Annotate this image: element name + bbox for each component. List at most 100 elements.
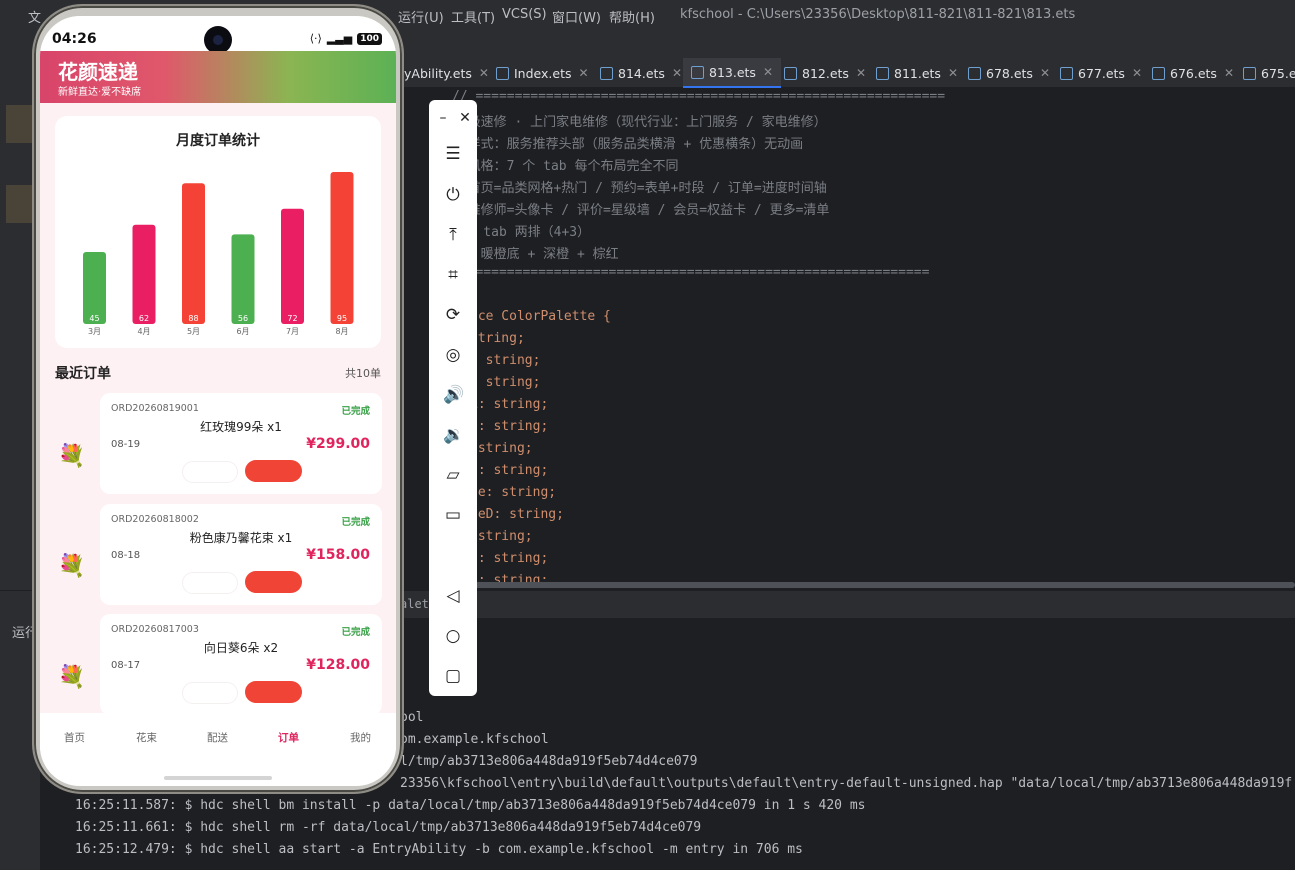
home-icon[interactable]: ○ [443, 626, 463, 646]
order-secondary-button[interactable] [182, 682, 238, 704]
x-tick-label: 3月 [88, 327, 101, 336]
console-line: 23356\kfschool\entry\build\default\outpu… [400, 776, 1293, 791]
editor-gutter [400, 88, 430, 590]
order-date: 08-19 [111, 439, 141, 450]
close-icon[interactable]: ✕ [579, 66, 589, 80]
x-tick-label: 6月 [236, 327, 249, 336]
nav-delivery[interactable]: 配送 [207, 730, 228, 745]
menu-vcs[interactable]: VCS(S) [502, 7, 547, 22]
code-line: string; [470, 441, 533, 456]
code-line: 风格：7 个 tab 每个布局完全不同 [452, 159, 679, 174]
code-line: 极速修 · 上门家电维修（现代行业：上门服务 / 家电维修） [452, 115, 827, 130]
order-secondary-button[interactable] [182, 572, 238, 594]
order-price: ¥158.00 [306, 547, 370, 563]
power-icon[interactable]: ⏻ [443, 185, 463, 205]
order-item: 红玫瑰99朵 x1 [200, 420, 282, 434]
order-card[interactable]: ORD20260819001 已完成 红玫瑰99朵 x1 08-19 ¥299.… [100, 393, 382, 494]
recent-apps-icon[interactable]: ▢ [443, 666, 463, 686]
data-transfer-icon: ⟨·⟩ [309, 32, 322, 45]
close-icon[interactable]: ✕ [1224, 66, 1234, 80]
code-line: ace ColorPalette { [470, 309, 611, 324]
rotate-icon[interactable]: ⟳ [443, 305, 463, 325]
volume-up-icon[interactable]: 🔊 [443, 385, 464, 405]
close-icon[interactable]: ✕ [672, 66, 682, 80]
screen-record-icon[interactable]: ◎ [443, 345, 463, 365]
menu-icon[interactable]: ☰ [443, 144, 463, 164]
tab-label: yAbility.ets [404, 65, 472, 81]
bar-value-label: 45 [89, 314, 99, 323]
close-icon[interactable]: ✕ [1040, 66, 1050, 80]
close-icon[interactable]: ✕ [1132, 66, 1142, 80]
back-icon[interactable]: ◁ [443, 586, 463, 606]
order-item: 粉色康乃馨花束 x1 [189, 531, 293, 545]
tab-label: 675.et [1261, 65, 1295, 81]
home-indicator[interactable] [164, 776, 272, 780]
crop-icon[interactable]: ⌗ [443, 265, 463, 285]
tab-index[interactable]: Index.ets ✕ [496, 58, 589, 88]
order-primary-button[interactable] [245, 571, 302, 593]
nav-bouquets[interactable]: 花束 [136, 730, 157, 745]
bar-value-label: 62 [139, 314, 149, 323]
file-icon [1060, 66, 1073, 80]
nav-orders[interactable]: 订单 [278, 730, 299, 745]
chart-bar [231, 234, 255, 324]
desktop: 文 运行(U) 工具(T) VCS(S) 窗口(W) 帮助(H) kfschoo… [0, 0, 1295, 870]
code-line: 维修师=头像卡 / 评价=星级墙 / 会员=权益卡 / 更多=清单 [452, 203, 830, 218]
nav-profile[interactable]: 我的 [350, 730, 371, 745]
code-line: 样式：服务推荐头部（服务品类横滑 + 优惠横条）无动画 [452, 137, 804, 152]
fold-icon[interactable]: ▱ [443, 465, 463, 485]
status-bar: 04:26 ⟨·⟩ ▂▃▅ 100 [40, 16, 396, 54]
order-card[interactable]: ORD20260817003 已完成 向日葵6朵 x2 08-17 ¥128.0… [100, 614, 382, 715]
x-tick-label: 5月 [187, 327, 200, 336]
tab-813[interactable]: 813.ets ✕ [683, 58, 781, 88]
order-secondary-button[interactable] [182, 461, 238, 483]
editor-scrollbar[interactable] [470, 582, 1295, 588]
menu-window[interactable]: 窗口(W) [552, 7, 601, 26]
close-icon[interactable]: ✕ [948, 66, 958, 80]
order-status: 已完成 [341, 627, 370, 638]
tab-676[interactable]: 676.ets ✕ [1152, 58, 1234, 88]
order-price: ¥299.00 [306, 436, 370, 452]
minimize-icon[interactable]: – [433, 108, 453, 128]
file-icon [496, 66, 509, 80]
bar-value-label: 88 [188, 314, 198, 323]
pin-top-icon[interactable]: ⤒ [443, 225, 463, 245]
tab-675[interactable]: 675.et [1243, 58, 1295, 88]
order-primary-button[interactable] [245, 681, 302, 703]
close-icon[interactable]: ✕ [479, 66, 489, 80]
console-line: om.example.kfschool [400, 732, 549, 747]
code-line: ========================================… [452, 265, 930, 280]
menu-help[interactable]: 帮助(H) [609, 7, 655, 26]
tab-label: 814.ets [618, 65, 665, 81]
tab-yability[interactable]: yAbility.ets ✕ [404, 58, 489, 88]
order-card[interactable]: ORD20260818002 已完成 粉色康乃馨花束 x1 08-18 ¥158… [100, 504, 382, 605]
order-status: 已完成 [341, 517, 370, 528]
tab-814[interactable]: 814.ets ✕ [600, 58, 682, 88]
chart-bar [281, 208, 304, 324]
close-icon[interactable]: ✕ [455, 108, 475, 128]
code-line: // =====================================… [452, 89, 946, 104]
code-line: : string; [470, 375, 541, 390]
code-line: string; [470, 331, 525, 346]
menu-tools[interactable]: 工具(T) [451, 7, 495, 26]
tab-811[interactable]: 811.ets ✕ [876, 58, 958, 88]
nav-home[interactable]: 首页 [64, 730, 85, 745]
order-primary-button[interactable] [245, 460, 302, 482]
order-count: 共10单 [345, 367, 381, 380]
emulator-toolbar: – ✕ ☰ ⏻ ⤒ ⌗ ⟳ ◎ 🔊 🔉 ▱ ▭ ◁ ○ ▢ [429, 100, 477, 696]
app-header: 花颜速递 新鲜直达·爱不缺席 [40, 51, 396, 103]
tab-678[interactable]: 678.ets ✕ [968, 58, 1050, 88]
console-line: l/tmp/ab3713e806a448da919f5eb74d4ce079 [400, 754, 698, 769]
chart-card: 月度订单统计 45 3月 62 4月 88 5月 56 6月 72 7月 95 8月 [55, 116, 381, 348]
tab-677[interactable]: 677.ets ✕ [1060, 58, 1142, 88]
device-icon[interactable]: ▭ [443, 505, 463, 525]
code-line: L: string; [470, 397, 549, 412]
volume-down-icon[interactable]: 🔉 [443, 425, 464, 445]
chart-bar [330, 172, 354, 324]
close-icon[interactable]: ✕ [763, 65, 773, 79]
close-icon[interactable]: ✕ [856, 66, 866, 80]
tab-812[interactable]: 812.ets ✕ [784, 58, 866, 88]
menu-run[interactable]: 运行(U) [398, 7, 444, 26]
code-line: string; [470, 529, 533, 544]
brand-title: 花颜速递 [58, 60, 138, 84]
